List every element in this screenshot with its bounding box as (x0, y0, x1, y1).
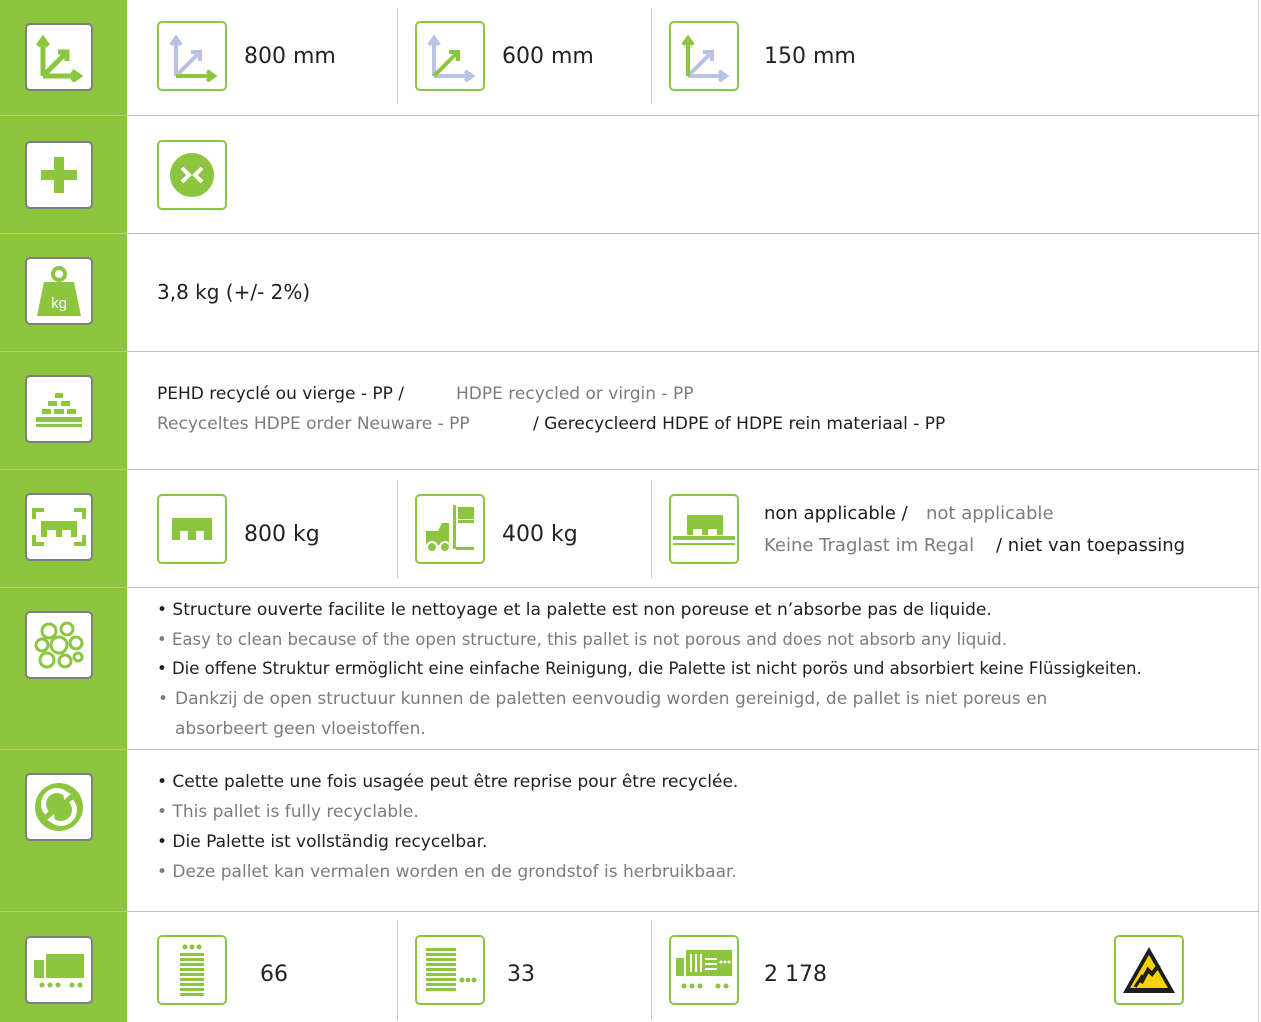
rack-load-fr: non applicable / (764, 503, 908, 524)
row-material: PEHD recyclé ou vierge - PP / HDPE recyc… (0, 352, 1259, 470)
rack-load-de: Keine Traglast im Regal (764, 535, 975, 556)
rack-load-en: not applicable (926, 503, 1054, 524)
dynamic-load-forklift-icon (415, 494, 485, 564)
weight-icon-label: kg (51, 295, 67, 312)
static-load-value: 800 kg (244, 522, 320, 547)
row-sidebar (0, 116, 127, 233)
row-options (0, 116, 1259, 234)
esd-warning-icon (1114, 935, 1184, 1005)
divider (651, 8, 652, 104)
divider (397, 920, 398, 1020)
length-value: 800 mm (244, 44, 336, 69)
hygiene-nl-line1: Dankzij de open structuur kunnen de pale… (175, 689, 1048, 709)
row-weight: kg 3,8 kg (+/- 2%) (0, 234, 1259, 352)
row-sidebar (0, 912, 127, 1022)
divider (397, 8, 398, 104)
hygiene-de: • Die offene Struktur ermöglicht eine ei… (157, 659, 1142, 678)
divider (651, 480, 652, 578)
dynamic-load-value: 400 kg (502, 522, 578, 547)
weight-kg-icon: kg (25, 257, 93, 325)
row-sidebar: kg (0, 234, 127, 351)
width-axis-icon (415, 21, 485, 91)
row-sidebar (0, 352, 127, 469)
width-value: 600 mm (502, 44, 594, 69)
pallets-per-row-value: 33 (507, 962, 535, 987)
weight-value: 3,8 kg (+/- 2%) (157, 280, 311, 304)
recycling-fr: • Cette palette une fois usagée peut êtr… (157, 772, 739, 792)
hygiene-nl-bullet: • (158, 689, 169, 709)
row-sidebar (0, 750, 127, 911)
nestable-icon (157, 140, 227, 210)
material-nl: / Gerecycleerd HDPE of HDPE rein materia… (533, 414, 946, 434)
hygiene-fr: • Structure ouverte facilite le nettoyag… (157, 600, 992, 620)
recycling-en: • This pallet is fully recyclable. (157, 802, 419, 822)
rack-load-icon (669, 494, 739, 564)
bubbles-icon (25, 611, 93, 679)
row-sidebar (0, 0, 127, 115)
rack-load-nl: / niet van toepassing (996, 535, 1186, 556)
static-load-icon (157, 494, 227, 564)
height-value: 150 mm (764, 44, 856, 69)
material-stack-icon (25, 375, 93, 443)
pallets-per-truck-icon (669, 935, 739, 1005)
material-de: Recyceltes HDPE order Neuware - PP (157, 414, 470, 434)
row-transport: 66 33 2 178 (0, 912, 1259, 1022)
pallets-per-stack-value: 66 (260, 962, 288, 987)
height-axis-icon (669, 21, 739, 91)
length-axis-icon (157, 21, 227, 91)
pallets-per-truck-value: 2 178 (764, 962, 827, 987)
recycling-nl: • Deze pallet kan vermalen worden en de … (157, 862, 737, 882)
hygiene-nl-line2: absorbeert geen vloeistoffen. (175, 719, 426, 739)
row-dimensions: 800 mm 600 mm 150 mm (0, 0, 1259, 116)
hygiene-en: • Easy to clean because of the open stru… (157, 630, 1007, 649)
pallets-per-stack-icon (157, 935, 227, 1005)
row-sidebar (0, 588, 127, 749)
row-recycling: • Cette palette une fois usagée peut êtr… (0, 750, 1259, 912)
pallets-per-row-icon (415, 935, 485, 1005)
divider (651, 920, 652, 1020)
row-hygiene: • Structure ouverte facilite le nettoyag… (0, 588, 1259, 750)
recycle-icon (25, 773, 93, 841)
product-spec-sheet: 800 mm 600 mm 150 mm kg 3,8 kg (+/- 2%) … (0, 0, 1259, 1022)
truck-icon (25, 936, 93, 1004)
row-load: 800 kg 400 kg non applicable / not appli… (0, 470, 1259, 588)
plus-icon (25, 141, 93, 209)
divider (397, 480, 398, 578)
recycling-de: • Die Palette ist vollständig recycelbar… (157, 832, 488, 852)
material-en: HDPE recycled or virgin - PP (456, 384, 694, 404)
pallet-load-icon (25, 493, 93, 561)
dimensions-axes-icon (25, 23, 93, 91)
material-fr: PEHD recyclé ou vierge - PP / (157, 384, 405, 404)
row-sidebar (0, 470, 127, 587)
